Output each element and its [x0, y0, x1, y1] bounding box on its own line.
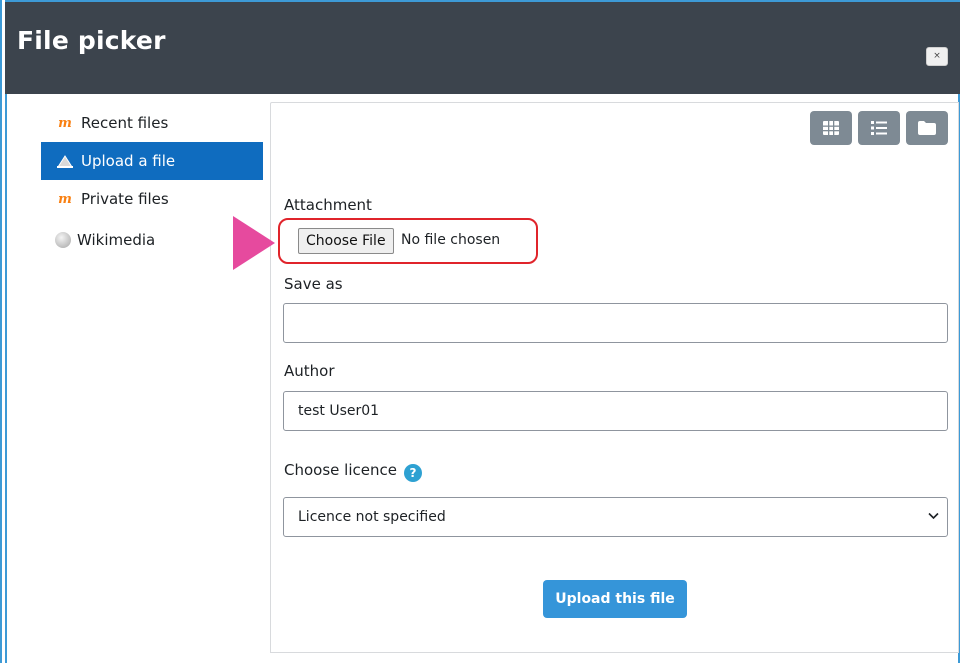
chevron-down-icon: [928, 512, 939, 520]
licence-selected-value: Licence not specified: [298, 509, 446, 525]
moodle-icon: m: [58, 191, 72, 207]
upload-panel: [270, 102, 959, 653]
save-as-input[interactable]: [283, 303, 948, 343]
author-label: Author: [284, 362, 335, 380]
folder-view-icon: [918, 121, 936, 135]
file-status-text: No file chosen: [401, 232, 501, 248]
upload-icon: [55, 153, 75, 169]
folder-view-button[interactable]: [906, 111, 948, 145]
attachment-label: Attachment: [284, 196, 372, 214]
wikimedia-icon: [55, 232, 71, 248]
sidebar-item-private-files[interactable]: m Private files: [41, 180, 263, 218]
repository-list: m Recent files Upload a file m Private f…: [41, 104, 263, 262]
choose-file-button[interactable]: Choose File: [298, 228, 394, 254]
list-view-button[interactable]: [858, 111, 900, 145]
grid-view-icon: [823, 121, 839, 135]
dialog-title: File picker: [17, 26, 166, 55]
sidebar-item-label: Upload a file: [81, 152, 176, 170]
help-icon[interactable]: ?: [404, 464, 422, 482]
save-as-label: Save as: [284, 275, 343, 293]
sidebar-item-wikimedia[interactable]: Wikimedia: [41, 218, 263, 262]
close-button[interactable]: ×: [926, 47, 948, 66]
sidebar-item-label: Private files: [81, 190, 169, 208]
dialog-left-border: [5, 0, 7, 663]
pointer-arrow: [233, 216, 275, 270]
sidebar-item-recent-files[interactable]: m Recent files: [41, 104, 263, 142]
list-view-icon: [871, 121, 887, 135]
author-input[interactable]: test User01: [283, 391, 948, 431]
sidebar-item-label: Recent files: [81, 114, 169, 132]
upload-this-file-button[interactable]: Upload this file: [543, 580, 687, 618]
licence-select[interactable]: Licence not specified: [283, 497, 948, 537]
sidebar-item-label: Wikimedia: [77, 231, 156, 249]
view-switcher: [810, 111, 948, 145]
grid-view-button[interactable]: [810, 111, 852, 145]
licence-label: Choose licence: [284, 461, 397, 479]
sidebar-item-upload-a-file[interactable]: Upload a file: [41, 142, 263, 180]
dialog-header: File picker ×: [5, 0, 960, 94]
moodle-icon: m: [58, 115, 72, 131]
